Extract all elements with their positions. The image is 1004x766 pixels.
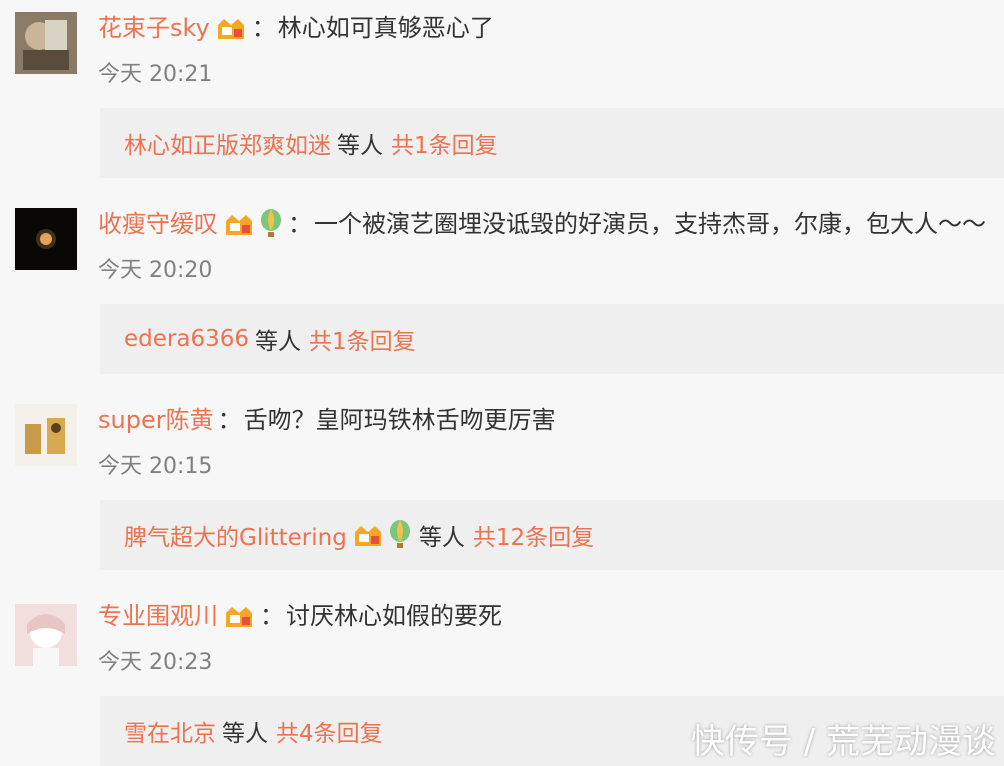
reply-others-label: 等人: [254, 329, 301, 355]
reply-others-label: 等人: [222, 721, 268, 747]
username[interactable]: 专业围观川: [98, 596, 218, 636]
comment-text: 讨厌林心如假的要死: [286, 602, 502, 630]
separator: ：: [217, 406, 242, 434]
timestamp: 今天 20:23: [98, 650, 213, 675]
watermark: 快传号 / 荒芜动漫谈: [690, 722, 996, 762]
comment-text: 林心如可真够恶心了: [277, 14, 494, 42]
avatar-image-icon: [15, 208, 77, 270]
reply-summary[interactable]: edera6366 等人 共1条回复: [100, 304, 1004, 374]
separator: ：: [251, 14, 276, 42]
username[interactable]: super陈黄: [98, 400, 214, 440]
timestamp: 今天 20:21: [98, 62, 213, 87]
username[interactable]: 花束子sky: [98, 8, 210, 48]
comment-text: 一个被演艺圈埋没诋毁的好演员，支持杰哥，尔康，包大人～～: [314, 210, 986, 238]
reply-count-link[interactable]: 共4条回复: [276, 714, 383, 748]
reply-others-label: 等人: [418, 525, 465, 551]
avatar-image-icon: [15, 404, 77, 466]
reply-others-label: 等人: [337, 133, 383, 159]
timestamp: 今天 20:15: [98, 454, 213, 479]
reply-count-link[interactable]: 共12条回复: [473, 518, 594, 552]
reply-summary[interactable]: 林心如正版郑爽如迷 等人 共1条回复: [100, 108, 1004, 178]
reply-count-link[interactable]: 共1条回复: [309, 322, 416, 356]
vip-badge-icon: [222, 601, 256, 631]
avatar-image-icon: [15, 604, 77, 666]
reply-summary[interactable]: 脾气超大的Glittering 等人 共12条回复: [100, 500, 1004, 570]
balloon-icon: [258, 208, 284, 240]
reply-user[interactable]: edera6366: [124, 326, 249, 352]
reply-count-link[interactable]: 共1条回复: [391, 126, 498, 160]
avatar[interactable]: [15, 404, 77, 466]
avatar[interactable]: [15, 12, 77, 74]
vip-badge-icon: [222, 209, 256, 239]
comment-text: 舌吻？皇阿玛铁林舌吻更厉害: [243, 406, 556, 434]
timestamp: 今天 20:20: [98, 258, 213, 283]
reply-user[interactable]: 林心如正版郑爽如迷: [124, 126, 331, 160]
avatar[interactable]: [15, 208, 77, 270]
reply-user[interactable]: 雪在北京: [124, 714, 216, 748]
username[interactable]: 收瘦守缓叹: [98, 204, 218, 244]
vip-badge-icon: [214, 13, 248, 43]
balloon-icon: [387, 519, 413, 551]
separator: ：: [260, 602, 284, 630]
reply-user[interactable]: 脾气超大的Glittering: [124, 518, 347, 552]
separator: ：: [288, 210, 312, 238]
avatar[interactable]: [15, 604, 77, 666]
avatar-image-icon: [15, 12, 77, 74]
vip-badge-icon: [351, 520, 385, 550]
